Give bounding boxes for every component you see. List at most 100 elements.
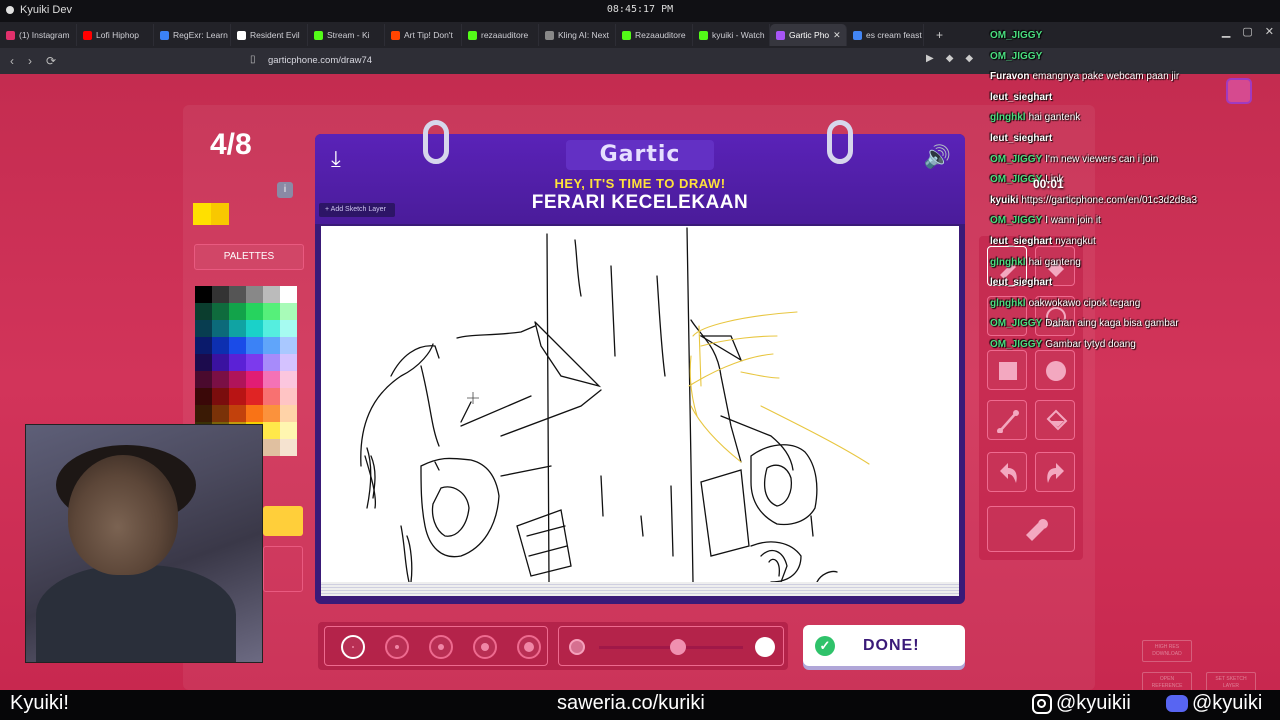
color-swatch[interactable]: [195, 303, 212, 320]
color-swatch[interactable]: [195, 337, 212, 354]
extension-icon[interactable]: ◆: [965, 53, 973, 64]
color-swatch[interactable]: [263, 286, 280, 303]
browser-tab[interactable]: Rezaauditore: [616, 24, 693, 46]
color-swatch[interactable]: [212, 388, 229, 405]
color-swatch[interactable]: [229, 371, 246, 388]
palettes-button[interactable]: PALETTES: [194, 244, 304, 270]
new-tab-icon[interactable]: +: [936, 28, 943, 42]
color-swatch[interactable]: [263, 371, 280, 388]
tab-close-icon[interactable]: ✕: [833, 30, 841, 41]
discord-text: @kyuiki: [1192, 692, 1263, 714]
color-swatch[interactable]: [280, 405, 297, 422]
sound-icon[interactable]: 🔊: [924, 144, 951, 170]
opacity-slider-knob[interactable]: [670, 639, 687, 655]
color-swatch[interactable]: [246, 320, 263, 337]
brush-size-button[interactable]: [429, 635, 453, 659]
url-field[interactable]: garticphone.com/draw74: [268, 55, 372, 66]
extension-icon[interactable]: ◆: [946, 53, 954, 64]
color-swatch[interactable]: [263, 303, 280, 320]
circle-tool[interactable]: [1035, 350, 1075, 390]
browser-tab[interactable]: Art Tip! Don't: [385, 24, 462, 46]
color-swatch[interactable]: [246, 405, 263, 422]
brush-size-button[interactable]: [517, 635, 541, 659]
browser-tab[interactable]: Resident Evil: [231, 24, 308, 46]
color-swatch[interactable]: [280, 354, 297, 371]
color-swatch[interactable]: [229, 388, 246, 405]
color-swatch[interactable]: [263, 422, 280, 439]
reload-icon[interactable]: ⟳: [46, 54, 56, 68]
color-swatch[interactable]: [263, 354, 280, 371]
color-swatch[interactable]: [280, 286, 297, 303]
custom-color-button[interactable]: [263, 546, 303, 592]
brush-size-button[interactable]: [473, 635, 497, 659]
rectangle-tool[interactable]: [987, 350, 1027, 390]
color-swatch[interactable]: [280, 303, 297, 320]
eyedropper-icon[interactable]: [987, 506, 1075, 552]
brush-size-button[interactable]: [341, 635, 365, 659]
color-swatch[interactable]: [229, 320, 246, 337]
media-icon[interactable]: ▶: [926, 53, 934, 64]
color-swatch[interactable]: [280, 337, 297, 354]
color-swatch[interactable]: [246, 388, 263, 405]
color-swatch[interactable]: [263, 388, 280, 405]
add-sketch-layer-button[interactable]: + Add Sketch Layer: [319, 203, 395, 217]
color-swatch[interactable]: [246, 371, 263, 388]
color-swatch[interactable]: [212, 303, 229, 320]
color-swatch[interactable]: [280, 371, 297, 388]
fill-bucket-icon[interactable]: [1035, 400, 1075, 440]
done-button[interactable]: ✓ DONE!: [803, 625, 965, 666]
color-swatch[interactable]: [280, 439, 297, 456]
color-swatch[interactable]: [212, 405, 229, 422]
bookmark-icon[interactable]: ▯: [250, 54, 256, 65]
info-icon[interactable]: i: [277, 182, 293, 198]
color-swatch[interactable]: [280, 422, 297, 439]
color-swatch[interactable]: [263, 405, 280, 422]
color-swatch[interactable]: [280, 320, 297, 337]
redo-icon[interactable]: [1035, 452, 1075, 492]
color-swatch[interactable]: [212, 320, 229, 337]
color-swatch[interactable]: [195, 286, 212, 303]
color-swatch[interactable]: [263, 337, 280, 354]
color-swatch[interactable]: [195, 354, 212, 371]
color-swatch[interactable]: [212, 337, 229, 354]
browser-tab[interactable]: (1) Instagram: [0, 24, 77, 46]
color-swatch[interactable]: [229, 354, 246, 371]
color-swatch[interactable]: [280, 388, 297, 405]
download-icon[interactable]: ⤓: [331, 146, 341, 172]
drawing-canvas[interactable]: [321, 226, 959, 582]
color-swatch[interactable]: [229, 337, 246, 354]
color-swatch[interactable]: [195, 320, 212, 337]
back-icon[interactable]: ‹: [10, 54, 14, 68]
chat-username: OM_JIGGY: [990, 215, 1043, 227]
browser-tab[interactable]: rezaauditore: [462, 24, 539, 46]
color-swatch[interactable]: [246, 286, 263, 303]
color-swatch[interactable]: [246, 303, 263, 320]
color-swatch[interactable]: [212, 371, 229, 388]
line-draw-tool[interactable]: [987, 400, 1027, 440]
color-swatch[interactable]: [229, 303, 246, 320]
browser-tab[interactable]: es cream feast: [847, 24, 924, 46]
undo-icon[interactable]: [987, 452, 1027, 492]
color-swatch[interactable]: [212, 354, 229, 371]
selected-color-button[interactable]: [263, 506, 303, 536]
color-swatch[interactable]: [263, 320, 280, 337]
color-swatch[interactable]: [229, 286, 246, 303]
color-swatch[interactable]: [212, 286, 229, 303]
color-swatch[interactable]: [195, 371, 212, 388]
color-swatch[interactable]: [195, 405, 212, 422]
brush-size-button[interactable]: [385, 635, 409, 659]
browser-tab[interactable]: Stream - Ki: [308, 24, 385, 46]
color-swatch[interactable]: [195, 388, 212, 405]
browser-tab[interactable]: Kling AI: Next: [539, 24, 616, 46]
color-swatch[interactable]: [229, 405, 246, 422]
browser-tab[interactable]: kyuiki - Watch: [693, 24, 770, 46]
browser-tab[interactable]: Gartic Pho ✕: [770, 24, 847, 46]
color-swatch[interactable]: [246, 337, 263, 354]
forward-icon[interactable]: ›: [28, 54, 32, 68]
browser-tab[interactable]: RegExr: Learn: [154, 24, 231, 46]
color-swatch[interactable]: [263, 439, 280, 456]
high-res-download-button[interactable]: HIGH RES DOWNLOAD: [1142, 640, 1192, 662]
color-swatch[interactable]: [246, 354, 263, 371]
stream-icon[interactable]: [1226, 78, 1252, 104]
browser-tab[interactable]: Lofi Hiphop: [77, 24, 154, 46]
